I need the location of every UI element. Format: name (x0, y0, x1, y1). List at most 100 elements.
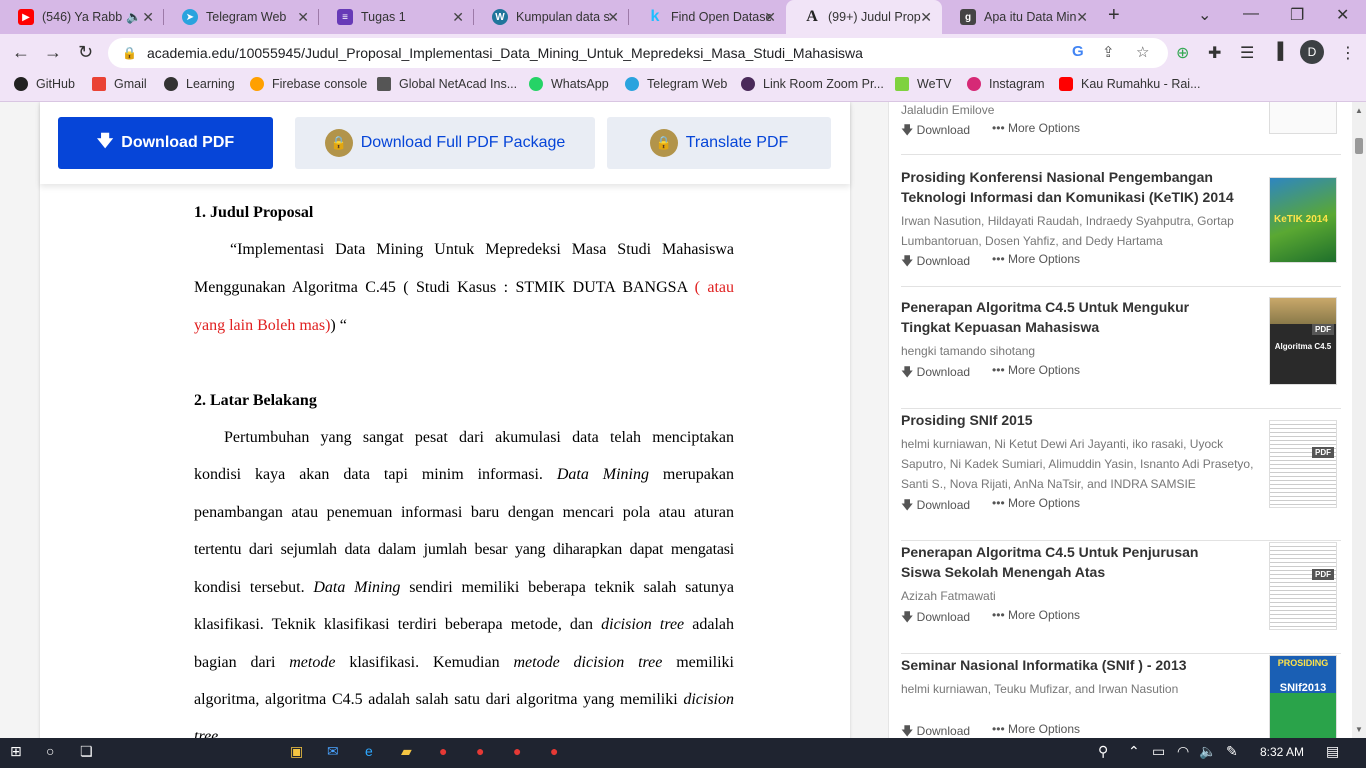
download-link[interactable]: 🡇 Download (901, 363, 970, 384)
extension-plus-icon[interactable]: ⊕ (1176, 43, 1189, 63)
address-bar[interactable]: 🔒 academia.edu/10055945/Judul_Proposal_I… (108, 38, 1168, 68)
paper-title[interactable]: Seminar Nasional Informatika (SNIf ) - 2… (901, 655, 1241, 675)
lock-icon[interactable]: 🔒 (122, 46, 137, 60)
related-paper[interactable]: Seminar Nasional Informatika (SNIf ) - 2… (901, 655, 1341, 738)
volume-icon[interactable]: 🔈 (1199, 743, 1216, 760)
media-icon[interactable]: ☰ (1240, 43, 1254, 63)
tab-telegram[interactable]: ➤ Telegram Web ✕ (164, 0, 319, 34)
forward-icon[interactable]: → (44, 42, 62, 63)
side-panel-icon[interactable]: ▐ (1272, 43, 1283, 61)
bookmark-wetv[interactable]: WeTV (895, 77, 952, 91)
more-options-link[interactable]: ••• More Options (992, 722, 1080, 738)
related-paper[interactable]: Penerapan Algoritma C4.5 Untuk Penjurusa… (901, 542, 1341, 654)
download-link[interactable]: 🡇 Download (901, 252, 970, 273)
close-icon[interactable]: ✕ (297, 9, 309, 26)
tab-forms[interactable]: ≡ Tugas 1 ✕ (319, 0, 474, 34)
more-options-link[interactable]: ••• More Options (992, 252, 1080, 273)
paper-thumbnail[interactable]: PDF (1269, 542, 1337, 630)
battery-icon[interactable]: ▭ (1152, 743, 1165, 760)
chrome-icon[interactable]: ● (439, 743, 447, 759)
chrome-icon[interactable]: ● (513, 743, 521, 759)
tab-academia[interactable]: A (99+) Judul Prop ✕ (786, 0, 942, 34)
bookmark-github[interactable]: GitHub (14, 77, 75, 91)
download-link[interactable]: 🡇 Download (901, 722, 970, 738)
scrollbar[interactable]: ▲ ▼ (1352, 102, 1366, 738)
bookmark-youtube[interactable]: Kau Rumahku - Rai... (1059, 77, 1201, 91)
chrome-icon[interactable]: ● (550, 743, 558, 759)
close-icon[interactable]: ✕ (920, 9, 932, 26)
new-tab-button[interactable]: + (1108, 4, 1120, 27)
paper-thumbnail[interactable]: PDF Algoritma C4.5 (1269, 297, 1337, 385)
mail-icon[interactable]: ✉ (327, 743, 339, 760)
related-paper[interactable]: Penerapan Algoritma C4.5 Untuk Mengukur … (901, 297, 1341, 409)
close-icon[interactable]: ✕ (142, 9, 154, 26)
translate-pdf-button[interactable]: 🔒 Translate PDF (607, 117, 831, 169)
pen-icon[interactable]: ✎ (1226, 743, 1238, 760)
search-icon[interactable]: ○ (46, 743, 54, 759)
speaker-icon[interactable]: 🔈 (126, 10, 142, 25)
download-pdf-button[interactable]: 🡇 Download PDF (58, 117, 273, 169)
edge-icon[interactable]: e (365, 743, 373, 759)
tab-search-icon[interactable]: ⌄ (1198, 5, 1211, 25)
more-options-link[interactable]: ••• More Options (992, 363, 1080, 384)
bookmark-zoom[interactable]: Link Room Zoom Pr... (741, 77, 884, 91)
more-options-link[interactable]: ••• More Options (992, 496, 1080, 517)
share-icon[interactable]: ⇪ (1102, 43, 1115, 61)
menu-icon[interactable]: ⋮ (1340, 43, 1356, 63)
restore-button[interactable]: ❐ (1290, 5, 1304, 25)
bookmark-learning[interactable]: Learning (164, 77, 235, 91)
close-icon[interactable]: ✕ (1076, 9, 1088, 26)
download-link[interactable]: 🡇 Download (901, 608, 970, 629)
related-paper[interactable]: Prosiding SNIf 2015 helmi kurniawan, Ni … (901, 410, 1341, 541)
bookmark-netacad[interactable]: Global NetAcad Ins... (377, 77, 517, 91)
bookmark-star-icon[interactable]: ☆ (1136, 43, 1149, 61)
back-icon[interactable]: ← (12, 42, 30, 63)
notifications-icon[interactable]: ▤ (1326, 743, 1339, 760)
people-icon[interactable]: ⚲ (1098, 743, 1108, 760)
chevron-up-icon[interactable]: ⌃ (1128, 743, 1140, 760)
reload-icon[interactable]: ↻ (78, 42, 93, 63)
paper-title[interactable]: Penerapan Algoritma C4.5 Untuk Penjurusa… (901, 542, 1241, 582)
extensions-icon[interactable]: ✚ (1208, 43, 1221, 63)
scroll-thumb[interactable] (1355, 138, 1363, 154)
paper-thumbnail[interactable]: PDF (1269, 420, 1337, 508)
close-icon[interactable]: ✕ (764, 9, 776, 26)
paper-thumbnail[interactable] (1269, 102, 1337, 134)
avatar[interactable]: D (1300, 40, 1324, 64)
task-view-icon[interactable]: ❏ (80, 743, 93, 760)
paper-title[interactable]: Prosiding Konferensi Nasional Pengembang… (901, 167, 1241, 207)
download-link[interactable]: 🡇 Download (901, 121, 970, 142)
related-paper[interactable]: Prosiding Konferensi Nasional Pengembang… (901, 167, 1341, 287)
more-options-link[interactable]: ••• More Options (992, 608, 1080, 629)
paper-title[interactable]: Penerapan Algoritma C4.5 Untuk Mengukur … (901, 297, 1241, 337)
windows-start-icon[interactable]: ⊞ (10, 743, 22, 760)
close-icon[interactable]: ✕ (452, 9, 464, 26)
bookmark-telegram[interactable]: Telegram Web (625, 77, 727, 91)
bookmark-firebase[interactable]: Firebase console (250, 77, 367, 91)
scroll-up-icon[interactable]: ▲ (1352, 102, 1366, 115)
paper-title[interactable]: Prosiding SNIf 2015 (901, 410, 1241, 430)
file-explorer-icon[interactable]: ▰ (401, 743, 412, 760)
wifi-icon[interactable]: ◠ (1177, 743, 1189, 760)
chrome-icon[interactable]: ● (476, 743, 484, 759)
paper-thumbnail[interactable]: KeTIK 2014 (1269, 177, 1337, 263)
bookmark-whatsapp[interactable]: WhatsApp (529, 77, 609, 91)
tab-kaggle[interactable]: k Find Open Datase ✕ (629, 0, 786, 34)
scroll-down-icon[interactable]: ▼ (1352, 725, 1366, 734)
bookmark-instagram[interactable]: Instagram (967, 77, 1045, 91)
related-paper[interactable]: Jalaludin Emilove 🡇 Download ••• More Opt… (901, 102, 1341, 155)
download-full-pdf-button[interactable]: 🔒 Download Full PDF Package (295, 117, 595, 169)
bookmark-gmail[interactable]: Gmail (92, 77, 147, 91)
paper-thumbnail[interactable]: PROSIDING SNIf2013 (1269, 655, 1337, 738)
minimize-button[interactable]: — (1243, 5, 1259, 23)
clock-time[interactable]: 8:32 AM (1260, 745, 1304, 759)
google-lens-icon[interactable]: G (1072, 43, 1084, 60)
close-icon[interactable]: ✕ (607, 9, 619, 26)
tab-youtube[interactable]: ▶ (546) Ya Rabb 🔈 ✕ (0, 0, 164, 34)
more-options-link[interactable]: ••• More Options (992, 121, 1080, 142)
store-icon[interactable]: ▣ (290, 743, 303, 760)
tab-wordpress[interactable]: W Kumpulan data s ✕ (474, 0, 629, 34)
download-link[interactable]: 🡇 Download (901, 496, 970, 517)
tab-site[interactable]: g Apa itu Data Min ✕ (942, 0, 1098, 34)
window-close-button[interactable]: ✕ (1336, 5, 1349, 25)
